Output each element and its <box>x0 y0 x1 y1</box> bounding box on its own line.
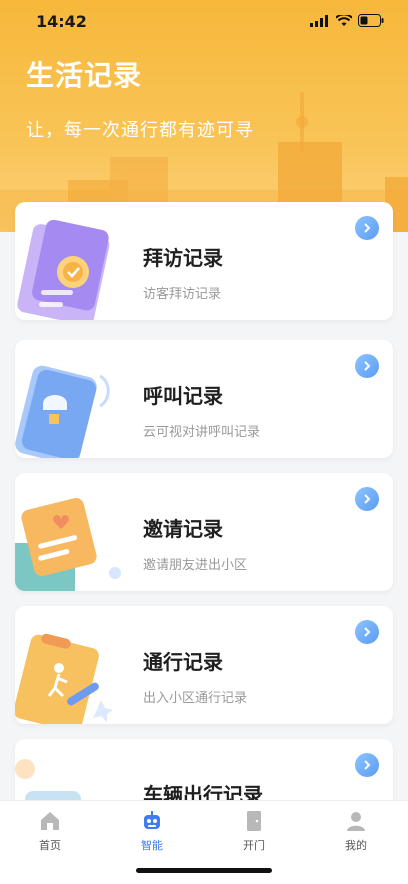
notepad-illustration <box>17 219 110 320</box>
tab-smart[interactable]: 智能 <box>112 809 192 853</box>
card-desc: 出入小区通行记录 <box>143 691 248 706</box>
card-call-records[interactable]: 呼叫记录 云可视对讲呼叫记录 <box>15 340 393 458</box>
card-title: 呼叫记录 <box>143 384 223 408</box>
card-desc: 访客拜访记录 <box>143 287 222 302</box>
home-indicator <box>136 868 272 873</box>
card-title: 通行记录 <box>143 650 223 674</box>
robot-icon <box>144 811 160 829</box>
chevron-right-icon[interactable] <box>355 354 379 378</box>
profile-icon <box>347 812 365 831</box>
chevron-right-icon[interactable] <box>355 487 379 511</box>
tab-open-door[interactable]: 开门 <box>214 809 294 853</box>
status-time: 14:42 <box>36 12 87 31</box>
battery-icon <box>358 14 384 27</box>
chevron-right-icon[interactable] <box>355 620 379 644</box>
envelope-heart-illustration <box>15 497 121 591</box>
tab-home[interactable]: 首页 <box>10 809 90 853</box>
tab-label: 智能 <box>141 839 163 852</box>
status-icons <box>310 14 384 27</box>
chevron-right-icon[interactable] <box>355 216 379 240</box>
card-invite-records[interactable]: 邀请记录 邀请朋友进出小区 <box>15 473 393 591</box>
page-subtitle: 让，每一次通行都有迹可寻 <box>26 120 254 141</box>
status-bar: 14:42 <box>0 0 408 44</box>
tab-label: 我的 <box>345 839 367 852</box>
card-pass-records[interactable]: 通行记录 出入小区通行记录 <box>15 606 393 724</box>
home-icon <box>41 812 59 830</box>
tab-mine[interactable]: 我的 <box>316 809 396 853</box>
card-desc: 邀请朋友进出小区 <box>143 558 248 573</box>
card-visit-records[interactable]: 拜访记录 访客拜访记录 <box>15 202 393 320</box>
card-desc: 云可视对讲呼叫记录 <box>143 425 261 440</box>
card-title: 拜访记录 <box>143 246 223 270</box>
tab-label: 首页 <box>39 839 61 852</box>
signal-icon <box>310 14 328 27</box>
door-icon <box>247 811 261 831</box>
phone-illustration <box>15 365 110 458</box>
chevron-right-icon[interactable] <box>355 753 379 777</box>
clipboard-walker-illustration <box>15 633 113 724</box>
header-banner: 14:42 生活记录 让，每一次通行都有迹可寻 <box>0 0 408 232</box>
card-title: 邀请记录 <box>143 517 223 541</box>
wifi-icon <box>336 14 352 26</box>
tab-label: 开门 <box>243 839 265 852</box>
page-title: 生活记录 <box>26 59 143 92</box>
